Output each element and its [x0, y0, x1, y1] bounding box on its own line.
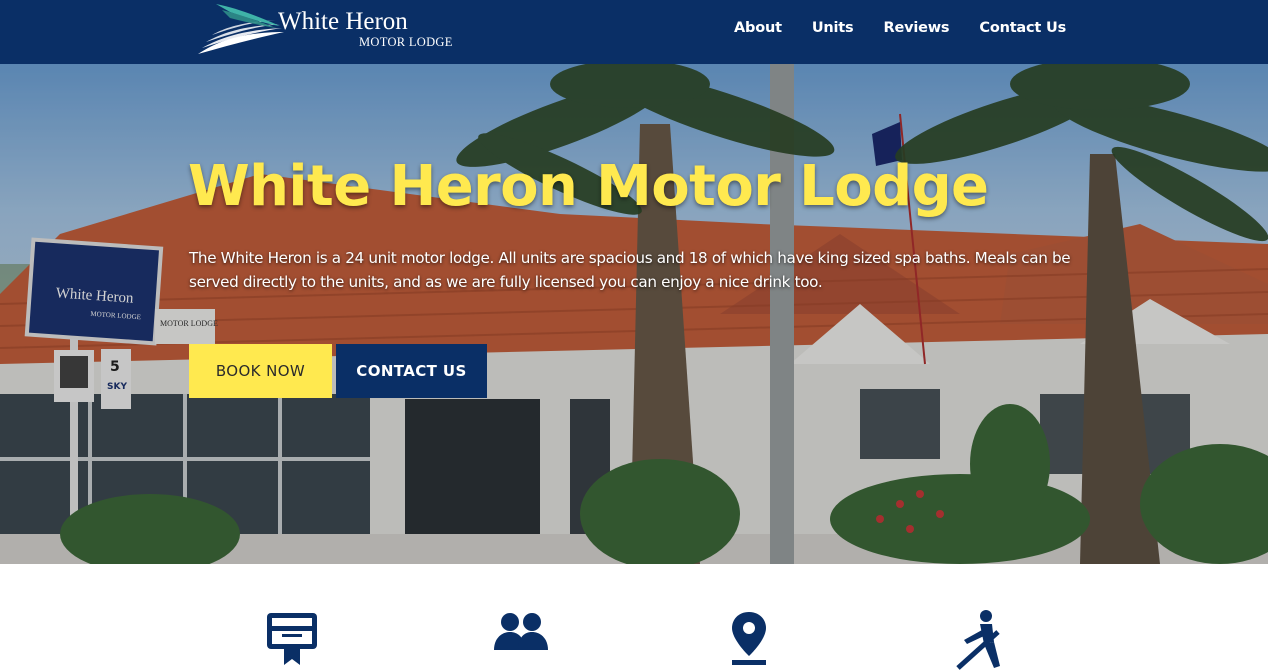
site-header: White Heron MOTOR LODGE About Units Revi… [0, 0, 1268, 64]
logo-tagline: MOTOR LODGE [359, 35, 453, 49]
nav-units[interactable]: Units [812, 20, 854, 36]
card-icon [267, 613, 317, 665]
logo-title: White Heron [278, 8, 408, 35]
hero-title: White Heron Motor Lodge [188, 154, 989, 219]
book-now-button[interactable]: BOOK NOW [189, 344, 332, 398]
golf-cart-icon [956, 610, 1000, 670]
heron-logo-icon [198, 4, 284, 54]
main-nav: About Units Reviews Contact Us [734, 20, 1066, 36]
nav-about[interactable]: About [734, 20, 782, 36]
nav-reviews[interactable]: Reviews [883, 20, 949, 36]
contact-us-button[interactable]: CONTACT US [336, 344, 487, 398]
hero-description: The White Heron is a 24 unit motor lodge… [189, 249, 1071, 291]
hero-section: White Heron MOTOR LODGE MOTOR LODGE 5 SK… [0, 64, 1268, 564]
hero-overlay [0, 64, 1268, 564]
group-icon [494, 613, 548, 650]
nav-contact-us[interactable]: Contact Us [979, 20, 1066, 36]
features-section [0, 564, 1268, 670]
map-pin-icon [732, 612, 766, 665]
site-logo[interactable]: White Heron MOTOR LODGE [196, 2, 476, 58]
